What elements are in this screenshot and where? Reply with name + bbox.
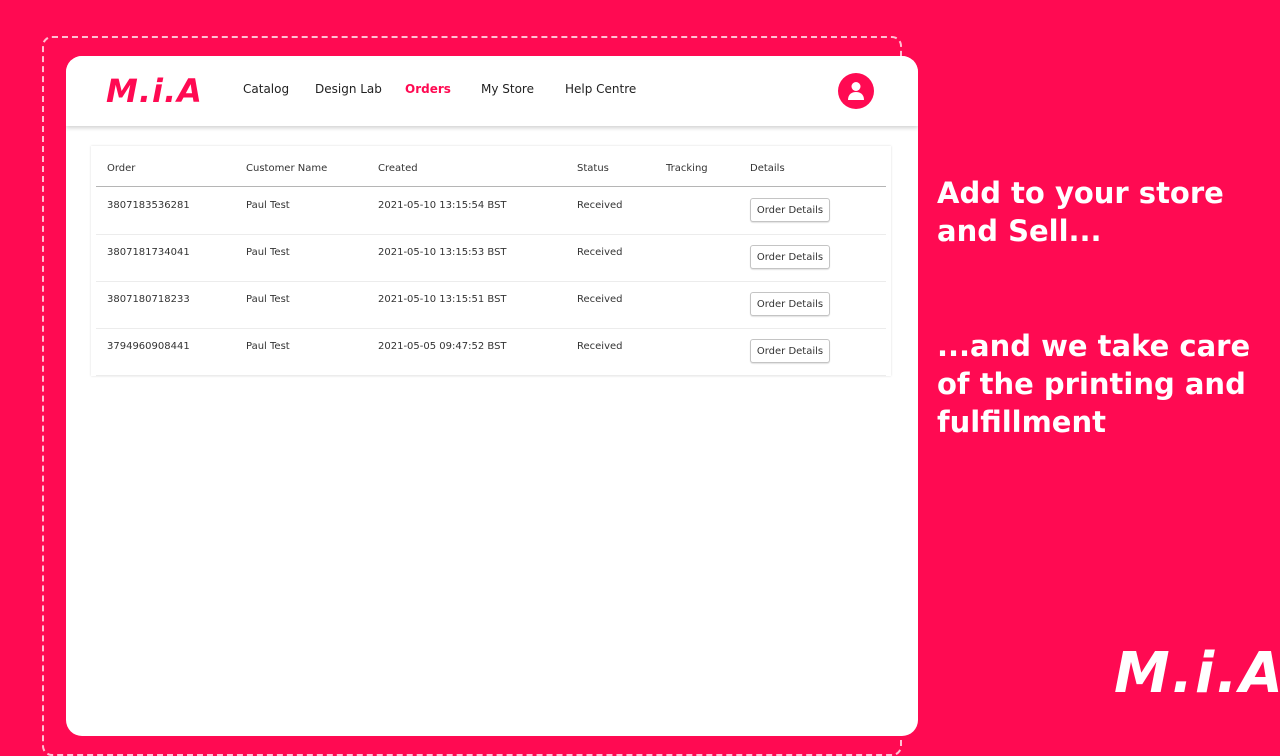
created-date: 2021-05-10 13:15:53 BST <box>378 247 507 258</box>
order-status: Received <box>577 247 623 258</box>
nav-item-design-lab[interactable]: Design Lab <box>315 82 382 96</box>
order-number: 3794960908441 <box>107 341 190 352</box>
customer-name: Paul Test <box>246 294 290 305</box>
column-header-tracking: Tracking <box>666 163 708 174</box>
column-header-details: Details <box>750 163 785 174</box>
order-details-button[interactable]: Order Details <box>750 292 830 316</box>
top-navbar: M.i.A Catalog Design Lab Orders My Store… <box>66 56 918 126</box>
order-details-button[interactable]: Order Details <box>750 245 830 269</box>
order-details-button[interactable]: Order Details <box>750 339 830 363</box>
nav-item-catalog[interactable]: Catalog <box>243 82 289 96</box>
created-date: 2021-05-05 09:47:52 BST <box>378 341 507 352</box>
customer-name: Paul Test <box>246 200 290 211</box>
table-row: 3794960908441 Paul Test 2021-05-05 09:47… <box>96 328 886 376</box>
user-icon <box>848 82 864 100</box>
customer-name: Paul Test <box>246 247 290 258</box>
column-header-created: Created <box>378 163 418 174</box>
created-date: 2021-05-10 13:15:54 BST <box>378 200 507 211</box>
nav-item-my-store[interactable]: My Store <box>481 82 534 96</box>
order-number: 3807181734041 <box>107 247 190 258</box>
customer-name: Paul Test <box>246 341 290 352</box>
order-status: Received <box>577 341 623 352</box>
nav-item-help-centre[interactable]: Help Centre <box>565 82 636 96</box>
table-header: Order Customer Name Created Status Track… <box>96 146 886 187</box>
orders-table: Order Customer Name Created Status Track… <box>91 146 891 376</box>
brand-logo[interactable]: M.i.A <box>106 72 203 110</box>
promo-subheadline: ...and we take care of the printing and … <box>937 329 1251 439</box>
created-date: 2021-05-10 13:15:51 BST <box>378 294 507 305</box>
order-number: 3807183536281 <box>107 200 190 211</box>
account-avatar-button[interactable] <box>838 73 874 109</box>
table-row: 3807183536281 Paul Test 2021-05-10 13:15… <box>96 187 886 235</box>
nav-item-orders[interactable]: Orders <box>405 82 451 96</box>
promo-headline: Add to your store and Sell... <box>937 176 1224 248</box>
column-header-status: Status <box>577 163 609 174</box>
column-header-order: Order <box>107 163 136 174</box>
order-status: Received <box>577 294 623 305</box>
table-row: 3807180718233 Paul Test 2021-05-10 13:15… <box>96 281 886 329</box>
promo-logo: M.i.A <box>1114 641 1280 706</box>
column-header-customer-name: Customer Name <box>246 163 328 174</box>
order-details-button[interactable]: Order Details <box>750 198 830 222</box>
table-row: 3807181734041 Paul Test 2021-05-10 13:15… <box>96 234 886 282</box>
order-number: 3807180718233 <box>107 294 190 305</box>
app-window: M.i.A Catalog Design Lab Orders My Store… <box>66 56 918 736</box>
order-status: Received <box>577 200 623 211</box>
